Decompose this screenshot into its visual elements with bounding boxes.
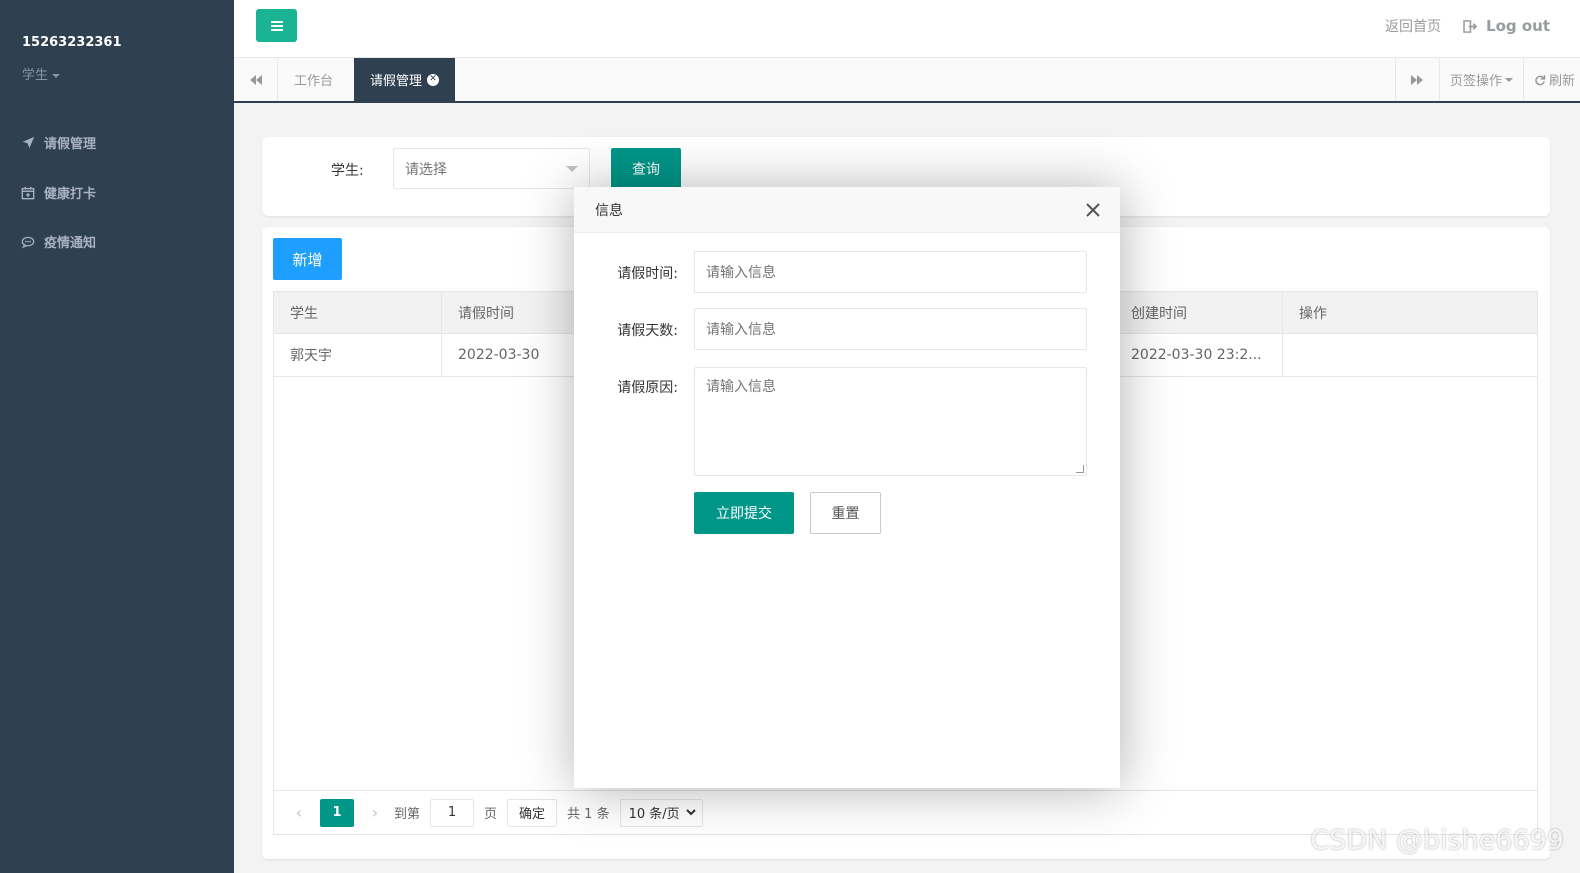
user-role-dropdown[interactable]: 学生 — [22, 64, 61, 83]
sidebar-item-label: 健康打卡 — [44, 187, 97, 202]
user-role-label: 学生 — [22, 68, 49, 83]
table-cell: 郭天宇 — [274, 334, 442, 376]
table-cell — [1283, 334, 1539, 376]
add-button[interactable]: 新增 — [273, 238, 342, 280]
close-icon[interactable]: ✕ — [427, 73, 440, 86]
tabs-bar: 工作台 请假管理 ✕ 页签操作 刷新 — [234, 58, 1580, 103]
tab-workbench[interactable]: 工作台 — [278, 58, 349, 101]
column-header[interactable]: 创建时间 — [1114, 292, 1283, 333]
student-select-placeholder: 请选择 — [405, 161, 447, 178]
input-placeholder: 请输入信息 — [706, 379, 776, 395]
prev-page-icon[interactable]: ‹ — [288, 803, 310, 822]
page-unit-label: 页 — [484, 807, 498, 822]
caret-down-icon — [1505, 77, 1513, 82]
forward-icon — [1411, 74, 1424, 85]
submit-button[interactable]: 立即提交 — [694, 492, 794, 534]
close-icon[interactable] — [1084, 201, 1102, 219]
modal-title: 信息 — [595, 202, 623, 219]
next-page-icon[interactable]: › — [364, 803, 386, 822]
goto-page-input[interactable]: 1 — [430, 798, 475, 827]
student-filter-label: 学生: — [331, 163, 364, 179]
logout-label: Log out — [1486, 17, 1550, 35]
sidebar-item-notice[interactable]: 疫情通知 — [20, 232, 96, 251]
modal-header: 信息 — [574, 187, 1120, 233]
sidebar-item-label: 请假管理 — [44, 137, 97, 152]
leave-reason-textarea[interactable]: 请输入信息 — [694, 367, 1087, 476]
page-ops-label: 页签操作 — [1449, 74, 1502, 89]
leave-days-input[interactable]: 请输入信息 — [694, 308, 1087, 350]
reset-button[interactable]: 重置 — [810, 492, 881, 534]
calendar-plus-icon — [20, 185, 36, 201]
tab-scroll-left-button[interactable] — [234, 58, 278, 101]
current-page-button[interactable]: 1 — [320, 798, 354, 827]
page-size-select[interactable]: 10 条/页 — [619, 798, 703, 827]
page-size-value: 10 条/页 — [628, 807, 680, 822]
logout-link[interactable]: Log out — [1463, 17, 1550, 35]
column-header[interactable]: 学生 — [274, 292, 442, 333]
chevron-down-icon — [685, 809, 696, 816]
tab-leave-management[interactable]: 请假管理 ✕ — [354, 58, 456, 101]
leave-time-label: 请假时间: — [617, 266, 678, 282]
input-placeholder: 请输入信息 — [706, 265, 776, 281]
goto-label: 到第 — [394, 807, 421, 822]
triangle-down-icon — [566, 166, 578, 172]
page-ops-dropdown[interactable]: 页签操作 — [1438, 58, 1523, 101]
backward-icon — [249, 74, 262, 85]
user-name: 15263232361 — [22, 35, 122, 50]
info-modal: 信息 请假时间: 请输入信息 请假天数: 请输入信息 请假原因: 请输入信息 立… — [574, 187, 1120, 788]
tab-scroll-right-button[interactable] — [1394, 58, 1439, 101]
input-placeholder: 请输入信息 — [706, 322, 776, 338]
sidebar-item-leave[interactable]: 请假管理 — [20, 133, 96, 152]
tab-label: 请假管理 — [370, 74, 423, 89]
sidebar-item-label: 疫情通知 — [44, 236, 97, 251]
back-home-link[interactable]: 返回首页 — [1385, 16, 1441, 36]
refresh-label: 刷新 — [1549, 74, 1576, 89]
resize-handle-icon[interactable] — [1076, 465, 1084, 473]
student-select[interactable]: 请选择 — [393, 148, 590, 189]
table-cell: 2022-03-30 23:2... — [1114, 334, 1283, 376]
refresh-button[interactable]: 刷新 — [1523, 58, 1580, 101]
tab-label: 工作台 — [294, 74, 334, 89]
top-header: 返回首页 Log out — [234, 0, 1580, 58]
query-button[interactable]: 查询 — [611, 148, 681, 189]
hamburger-icon — [270, 24, 283, 27]
comment-icon — [20, 234, 36, 250]
leave-reason-label: 请假原因: — [617, 380, 678, 396]
leave-days-label: 请假天数: — [617, 323, 678, 339]
refresh-icon — [1535, 74, 1546, 85]
sidebar-item-health[interactable]: 健康打卡 — [20, 183, 96, 202]
total-count: 共 1 条 — [567, 807, 610, 822]
caret-down-icon — [52, 73, 61, 78]
paper-plane-icon — [20, 135, 36, 151]
sign-out-icon — [1463, 19, 1478, 33]
column-header[interactable]: 操作 — [1283, 292, 1539, 333]
menu-toggle-button[interactable] — [256, 9, 297, 42]
watermark: CSDN @bishe6699 — [1310, 825, 1564, 856]
sidebar: 15263232361 学生 请假管理 健康打卡 疫情通知 — [0, 0, 234, 873]
leave-time-input[interactable]: 请输入信息 — [694, 251, 1087, 293]
goto-confirm-button[interactable]: 确定 — [507, 798, 558, 827]
